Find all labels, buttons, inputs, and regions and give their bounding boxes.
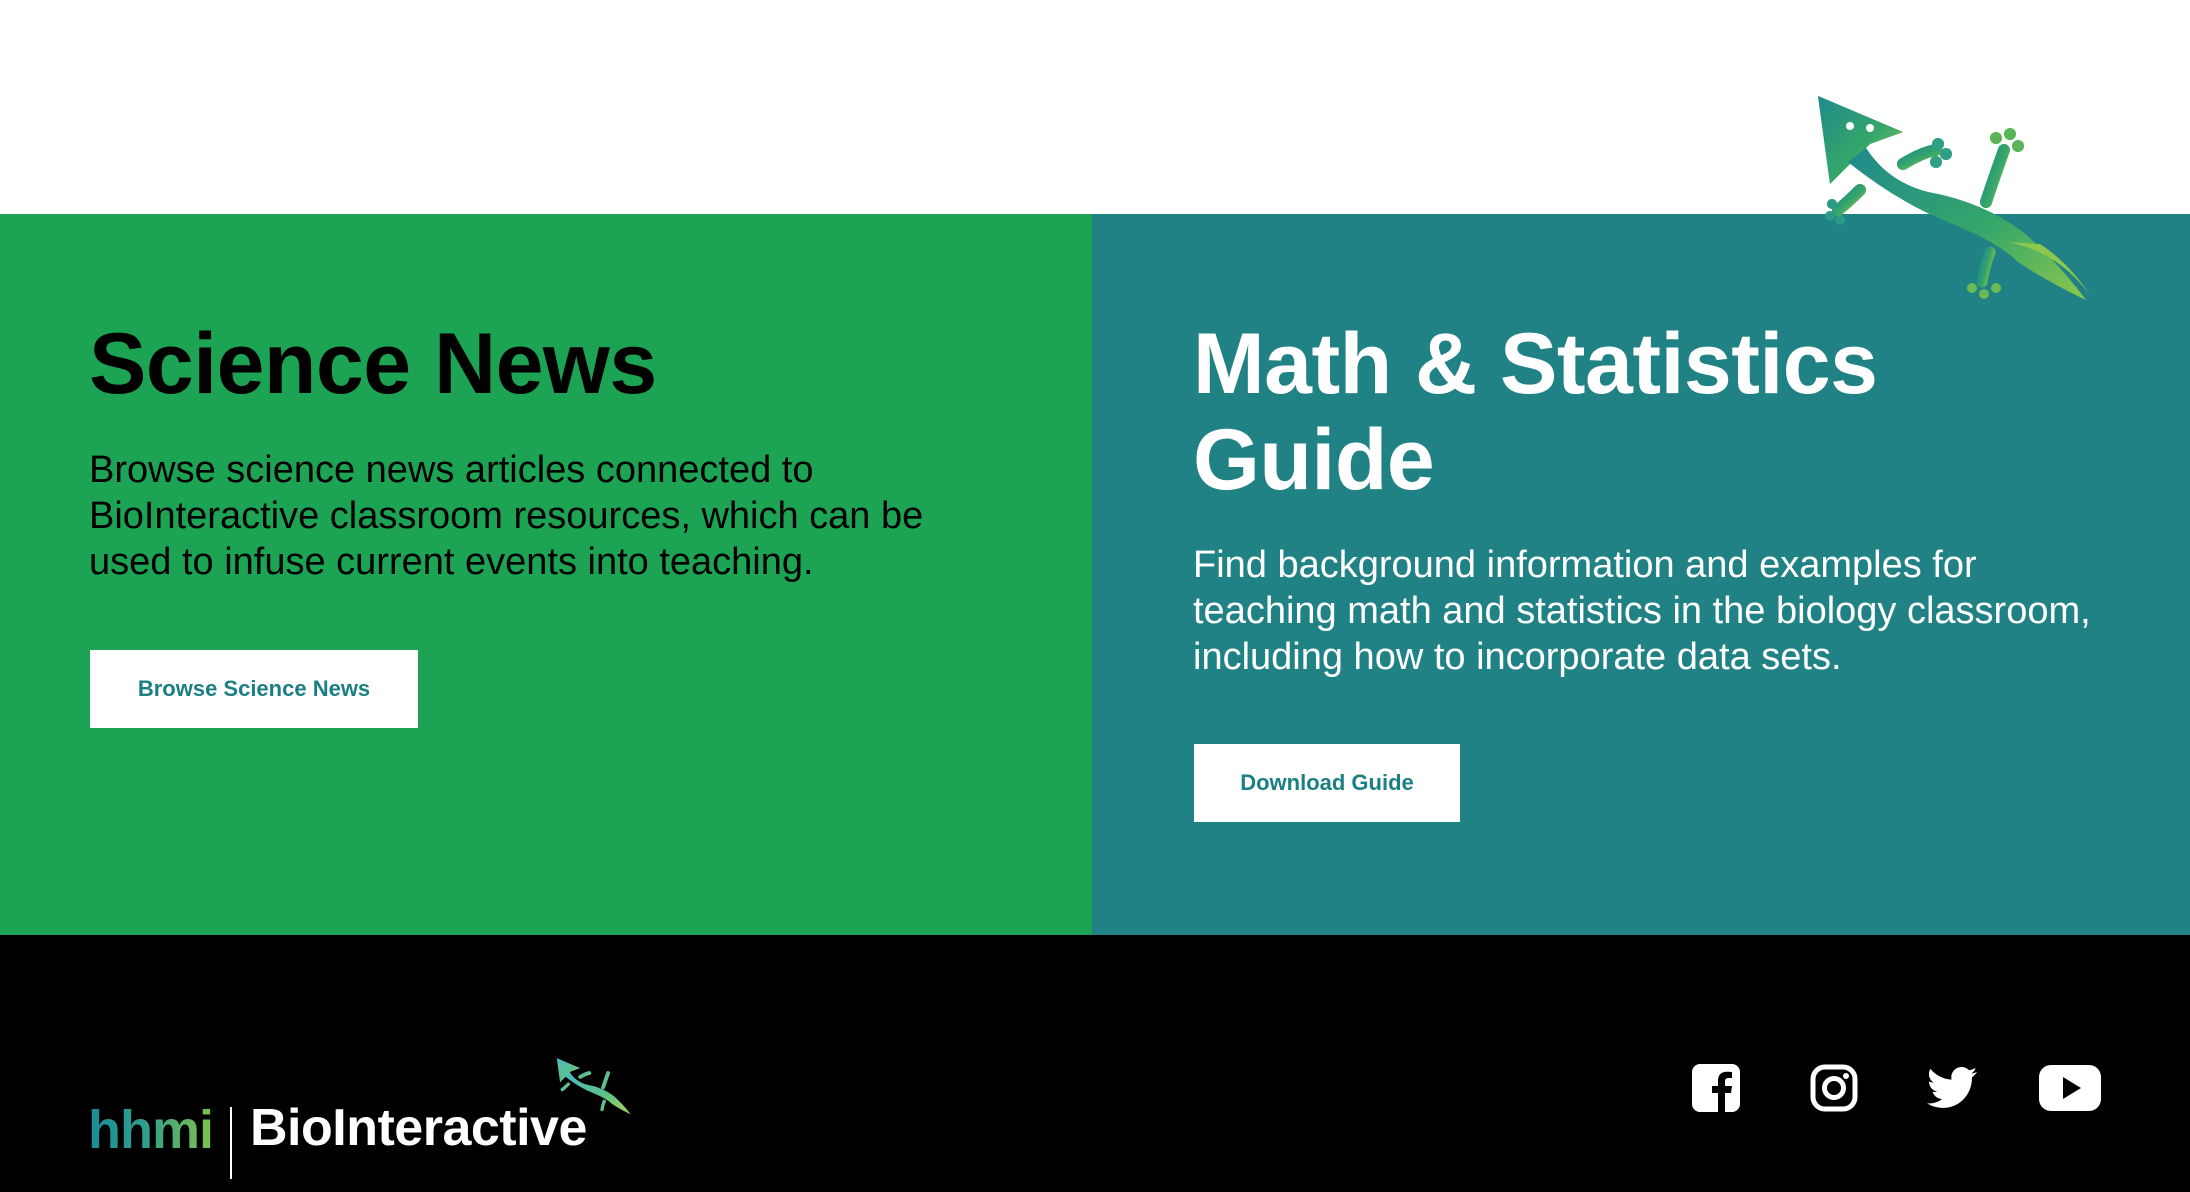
site-footer: hhmi BioInteractive [0,935,2190,1192]
science-news-panel: Science News Browse science news article… [0,214,1092,935]
twitter-icon[interactable] [1917,1053,1987,1123]
facebook-icon[interactable] [1681,1053,1751,1123]
youtube-icon[interactable] [2035,1053,2105,1123]
science-news-description: Browse science news articles connected t… [89,449,924,583]
browse-science-news-button[interactable]: Browse Science News [90,650,418,728]
gecko-icon [556,1058,631,1115]
hhmi-biointeractive-logo[interactable]: hhmi BioInteractive [88,995,648,1179]
math-stats-title: Math & Statistics Guide [1193,316,1878,508]
instagram-icon[interactable] [1799,1053,1869,1123]
math-stats-panel: Math & Statistics Guide Find background … [1092,214,2190,935]
logo-biointeractive-text: BioInteractive [250,1099,587,1157]
science-news-title: Science News [89,316,657,412]
logo-divider [230,1107,232,1179]
gecko-mascot-icon [1818,96,2090,300]
math-stats-description: Find background information and examples… [1193,544,2091,678]
logo-hhmi-text: hhmi [88,1100,214,1160]
download-guide-button[interactable]: Download Guide [1194,744,1460,822]
